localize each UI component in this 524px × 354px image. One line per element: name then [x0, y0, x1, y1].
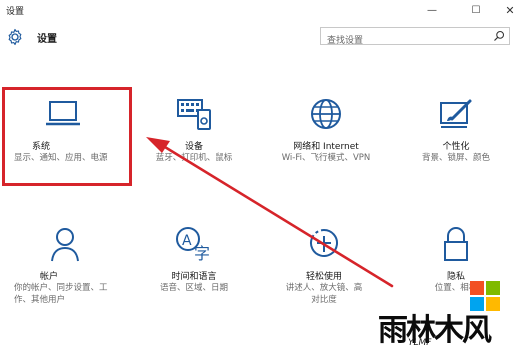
tile-devices-name: 设备	[184, 142, 203, 152]
paint-icon	[394, 96, 518, 132]
page-title: 设置	[37, 34, 57, 45]
tile-accounts-name: 帐户	[40, 272, 59, 282]
tile-ease-of-access-name: 轻松使用	[305, 272, 342, 282]
tile-personalization[interactable]: 个性化 背景、锁屏、颜色	[394, 92, 518, 202]
tile-accounts-desc: 你的帐户、同步设置、工作、其他用户	[14, 283, 108, 305]
close-button[interactable]: ✕	[496, 0, 524, 20]
tile-personalization-desc: 背景、锁屏、颜色	[421, 153, 490, 163]
tile-time-language[interactable]: A 字 时间和语言 语音、区域、日期	[132, 222, 256, 332]
tile-ease-of-access[interactable]: 轻松使用 讲述人、放大镜、高对比度	[262, 222, 386, 332]
time-language-icon: A 字	[132, 226, 256, 262]
gear-icon	[8, 28, 22, 46]
search-box[interactable]	[320, 27, 510, 49]
highlight-box	[2, 87, 132, 186]
ease-of-access-icon	[262, 226, 386, 262]
search-input[interactable]	[321, 33, 487, 49]
watermark-brand: 雨林木风	[378, 313, 492, 348]
tile-network-name: 网络和 Internet	[293, 142, 359, 152]
keyboard-device-icon	[132, 96, 256, 132]
header: 设置	[0, 20, 524, 54]
tile-devices-desc: 蓝牙、打印机、鼠标	[155, 153, 233, 163]
tile-ease-of-access-desc: 讲述人、放大镜、高对比度	[285, 283, 363, 305]
minimize-button[interactable]: —	[418, 0, 446, 20]
title-bar: 设置 — ☐ ✕	[0, 0, 524, 20]
svg-text:A: A	[182, 233, 192, 249]
lock-icon	[394, 226, 518, 262]
tile-time-language-name: 时间和语言	[171, 272, 217, 282]
tile-network-desc: Wi-Fi、飞行模式、VPN	[281, 153, 371, 163]
globe-icon	[264, 96, 388, 132]
person-icon	[10, 226, 134, 262]
tile-devices[interactable]: 设备 蓝牙、打印机、鼠标	[132, 92, 256, 202]
search-icon[interactable]	[493, 30, 505, 42]
watermark-sub: YLMF	[408, 338, 432, 348]
tile-time-language-desc: 语音、区域、日期	[159, 283, 228, 293]
tile-accounts[interactable]: 帐户 你的帐户、同步设置、工作、其他用户	[10, 222, 134, 332]
tile-personalization-name: 个性化	[442, 142, 470, 152]
maximize-button[interactable]: ☐	[462, 0, 490, 20]
window-title: 设置	[6, 7, 25, 17]
tile-network[interactable]: 网络和 Internet Wi-Fi、飞行模式、VPN	[264, 92, 388, 202]
svg-text:字: 字	[194, 244, 210, 262]
